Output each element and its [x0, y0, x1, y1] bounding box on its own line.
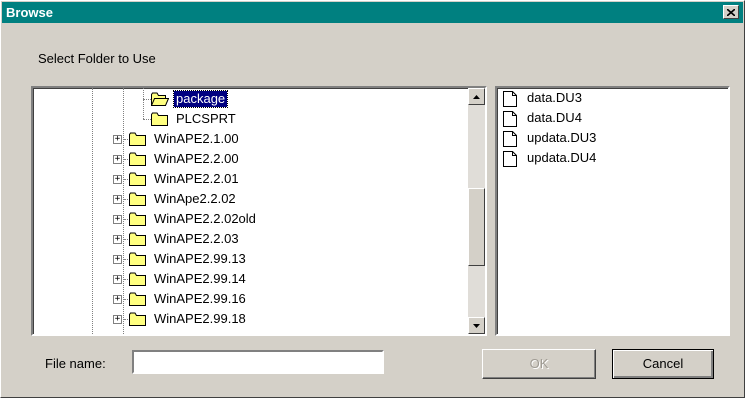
- file-item-label: updata.DU4: [527, 150, 597, 165]
- close-button[interactable]: [723, 5, 739, 19]
- tree-item[interactable]: + WinApe2.2.02: [33, 190, 468, 210]
- tree-item-label: WinAPE2.99.13: [154, 251, 246, 266]
- file-item-label: data.DU4: [527, 110, 582, 125]
- file-item-label: updata.DU3: [527, 130, 597, 145]
- folder-icon: [150, 92, 170, 106]
- file-item-label: data.DU3: [527, 90, 582, 105]
- tree-item-label: WinApe2.2.02: [154, 191, 236, 206]
- close-icon: [727, 8, 735, 16]
- file-name-input[interactable]: [132, 350, 384, 374]
- folder-icon: [129, 292, 147, 306]
- tree-connector: [143, 99, 151, 100]
- tree-item-label: WinAPE2.2.00: [154, 151, 239, 166]
- tree-guide-line: [143, 88, 144, 119]
- folder-icon: [151, 112, 169, 126]
- tree-item[interactable]: + WinAPE2.99.16: [33, 290, 468, 310]
- expand-icon[interactable]: +: [113, 215, 122, 224]
- document-icon: [503, 131, 517, 147]
- tree-item-label: WinAPE2.2.01: [154, 171, 239, 186]
- expand-icon[interactable]: +: [113, 315, 122, 324]
- file-list[interactable]: data.DU3 data.DU4 updata.DU3 updata.DU4: [495, 86, 730, 336]
- folder-icon: [129, 232, 147, 246]
- folder-icon: [129, 132, 147, 146]
- arrow-up-icon: [473, 94, 480, 99]
- prompt-text: Select Folder to Use: [38, 51, 156, 66]
- scroll-thumb[interactable]: [468, 188, 485, 267]
- tree-item-label: WinAPE2.1.00: [154, 131, 239, 146]
- cancel-button[interactable]: Cancel: [612, 349, 714, 379]
- expand-icon[interactable]: +: [113, 195, 122, 204]
- folder-icon: [129, 152, 147, 166]
- tree-item-label: WinAPE2.99.14: [154, 271, 246, 286]
- tree-item[interactable]: + WinAPE2.99.18: [33, 310, 468, 330]
- document-icon: [503, 111, 517, 127]
- tree-item[interactable]: package: [33, 90, 468, 110]
- expand-icon[interactable]: +: [113, 275, 122, 284]
- scroll-up-button[interactable]: [468, 88, 485, 105]
- file-name-label: File name:: [45, 356, 106, 371]
- browse-dialog: Browse Select Folder to Use package PLCSP…: [0, 0, 745, 398]
- tree-item[interactable]: PLCSPRT: [33, 110, 468, 130]
- tree-item-label: WinAPE2.99.16: [154, 291, 246, 306]
- folder-tree-items: package PLCSPRT + WinAPE2.1.00 + WinAPE2.2.00…: [33, 88, 468, 334]
- expand-icon[interactable]: +: [113, 235, 122, 244]
- window-title: Browse: [6, 5, 53, 20]
- folder-icon: [129, 312, 147, 326]
- tree-item[interactable]: + WinAPE2.2.00: [33, 150, 468, 170]
- folder-icon: [129, 212, 147, 226]
- folder-icon: [129, 192, 147, 206]
- folder-tree[interactable]: package PLCSPRT + WinAPE2.1.00 + WinAPE2.2.00…: [31, 86, 487, 336]
- tree-item-label: PLCSPRT: [176, 111, 236, 126]
- tree-item[interactable]: + WinAPE2.2.01: [33, 170, 468, 190]
- tree-scrollbar[interactable]: [468, 88, 485, 334]
- tree-connector: [143, 119, 151, 120]
- folder-icon: [129, 272, 147, 286]
- scroll-down-button[interactable]: [468, 317, 485, 334]
- document-icon: [503, 91, 517, 107]
- tree-item-label: WinAPE2.99.18: [154, 311, 246, 326]
- title-bar[interactable]: Browse: [2, 2, 743, 23]
- tree-item[interactable]: + WinAPE2.2.03: [33, 230, 468, 250]
- tree-item[interactable]: + WinAPE2.99.14: [33, 270, 468, 290]
- tree-item-label: package: [172, 90, 229, 108]
- tree-item-label: WinAPE2.2.02old: [154, 211, 256, 226]
- document-icon: [503, 151, 517, 167]
- ok-button[interactable]: OK: [482, 349, 596, 379]
- arrow-down-icon: [473, 323, 480, 328]
- expand-icon[interactable]: +: [113, 255, 122, 264]
- tree-item[interactable]: + WinAPE2.99.13: [33, 250, 468, 270]
- expand-icon[interactable]: +: [113, 295, 122, 304]
- tree-item[interactable]: + WinAPE2.2.02old: [33, 210, 468, 230]
- tree-item[interactable]: + WinAPE2.1.00: [33, 130, 468, 150]
- folder-icon: [129, 252, 147, 266]
- folder-icon: [129, 172, 147, 186]
- expand-icon[interactable]: +: [113, 155, 122, 164]
- tree-item-label: WinAPE2.2.03: [154, 231, 239, 246]
- expand-icon[interactable]: +: [113, 175, 122, 184]
- expand-icon[interactable]: +: [113, 135, 122, 144]
